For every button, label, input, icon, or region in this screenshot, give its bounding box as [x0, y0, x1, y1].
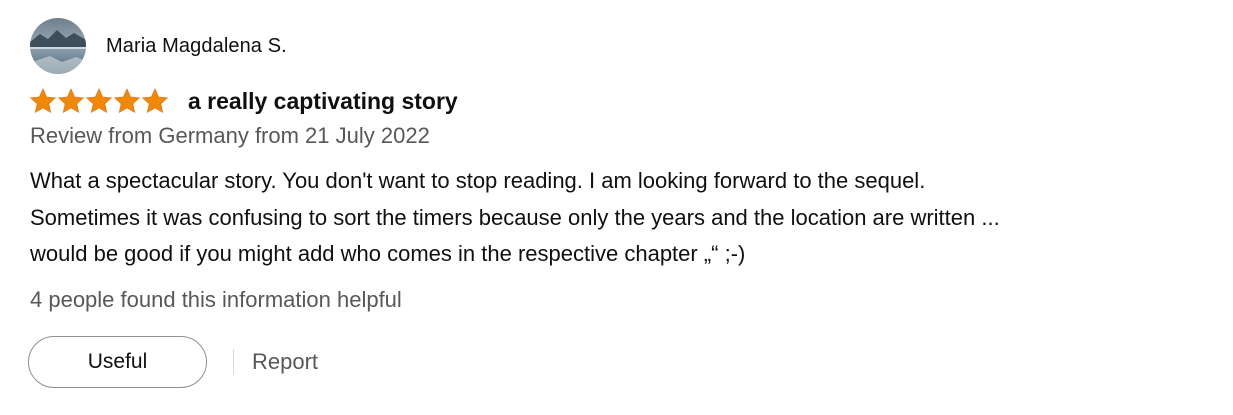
helpful-count: 4 people found this information helpful: [30, 287, 402, 312]
star-icon: [57, 87, 85, 113]
reviewer-name[interactable]: Maria Magdalena S.: [106, 35, 287, 58]
review-body: What a spectacular story. You don't want…: [30, 163, 1210, 273]
review-actions: Useful Report: [28, 336, 318, 388]
rating-row: a really captivating story: [29, 84, 458, 118]
useful-button[interactable]: Useful: [28, 336, 207, 388]
report-link[interactable]: Report: [252, 349, 318, 375]
star-rating[interactable]: [29, 87, 169, 115]
review-meta: Review from Germany from 21 July 2022: [30, 123, 430, 148]
star-icon: [113, 87, 141, 113]
review-body-line: would be good if you might add who comes…: [30, 241, 746, 266]
star-icon: [29, 87, 57, 113]
lake-landscape-avatar-icon: [30, 18, 86, 74]
star-icon: [85, 87, 113, 113]
review-title[interactable]: a really captivating story: [188, 88, 458, 115]
review-body-line: Sometimes it was confusing to sort the t…: [30, 204, 1000, 230]
avatar[interactable]: [30, 18, 86, 74]
star-icon: [141, 87, 169, 113]
divider: [233, 349, 234, 375]
review-body-line: What a spectacular story. You don't want…: [30, 168, 926, 193]
reviewer-profile[interactable]: Maria Magdalena S.: [30, 18, 287, 74]
customer-review: Maria Magdalena S. a really captivating …: [0, 0, 1233, 415]
